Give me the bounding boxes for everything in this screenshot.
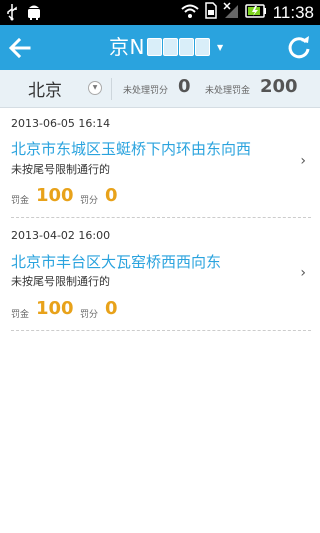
divider — [111, 78, 112, 100]
points-label: 罚分 — [80, 196, 99, 206]
record-reason: 未按尾号限制通行的 — [11, 275, 110, 288]
pending-fine-value: 200 — [260, 76, 298, 97]
fine-amount: 100 — [36, 298, 74, 319]
title-bar: 京N ▼ — [0, 25, 320, 70]
city-dropdown-icon[interactable]: ▼ — [88, 81, 102, 95]
chevron-right-icon: › — [300, 265, 306, 281]
plate-selector[interactable]: 京N ▼ — [109, 36, 223, 58]
wifi-icon — [181, 3, 199, 23]
refresh-icon — [288, 36, 310, 59]
city-label[interactable]: 北京 — [28, 76, 62, 101]
fine-label: 罚金 — [11, 196, 30, 206]
status-bar: 11:38 — [0, 0, 320, 25]
sim-icon — [204, 2, 217, 23]
mask-box — [178, 38, 194, 56]
chevron-down-icon: ▼ — [216, 42, 224, 52]
fine-amount: 100 — [36, 185, 74, 206]
pending-points-value: 0 — [178, 76, 191, 97]
plate-prefix: 京N — [109, 35, 145, 59]
pending-points-label: 未处理罚分 — [123, 86, 169, 96]
back-arrow-icon — [8, 37, 31, 59]
plate-mask — [146, 38, 210, 56]
mask-box — [162, 38, 178, 56]
mask-box — [194, 38, 210, 56]
points-amount: 0 — [105, 298, 118, 319]
android-debug-icon — [26, 3, 42, 25]
divider — [11, 217, 311, 218]
divider — [11, 330, 311, 331]
points-label: 罚分 — [80, 310, 99, 320]
mask-box — [146, 38, 162, 56]
summary-bar: 北京 ▼ 未处理罚分 0 未处理罚金 200 — [0, 70, 320, 108]
violation-record[interactable]: 2013-06-05 16:14 北京市东城区玉蜓桥下内环由东向西 未按尾号限制… — [0, 107, 320, 219]
pending-fine-label: 未处理罚金 — [205, 86, 251, 96]
record-location: 北京市丰台区大瓦窑桥西西向东 — [11, 253, 222, 271]
record-datetime: 2013-06-05 16:14 — [11, 117, 111, 130]
clock: 11:38 — [272, 2, 314, 22]
usb-icon — [6, 3, 18, 25]
record-location: 北京市东城区玉蜓桥下内环由东向西 — [11, 140, 252, 158]
record-reason: 未按尾号限制通行的 — [11, 163, 110, 176]
violation-record[interactable]: 2013-04-02 16:00 北京市丰台区大瓦窑桥西西向东 未按尾号限制通行… — [0, 219, 320, 331]
refresh-button[interactable] — [286, 34, 312, 60]
points-amount: 0 — [105, 185, 118, 206]
battery-charging-icon — [244, 3, 267, 22]
no-signal-icon — [223, 2, 239, 23]
record-datetime: 2013-04-02 16:00 — [11, 229, 111, 242]
back-button[interactable] — [7, 35, 33, 61]
chevron-right-icon: › — [300, 153, 306, 169]
fine-label: 罚金 — [11, 310, 30, 320]
